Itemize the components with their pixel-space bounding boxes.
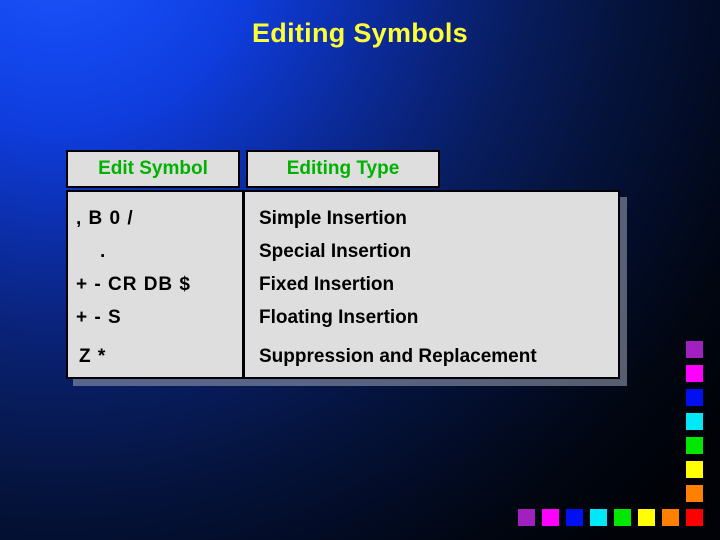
table-row: Z * <box>79 346 107 367</box>
table-body: , B 0 / . + - CR DB $ + - S Z * Simple I… <box>66 190 620 379</box>
table-row: Simple Insertion <box>259 208 407 229</box>
table-row: Special Insertion <box>259 241 412 262</box>
page-title: Editing Symbols <box>251 18 469 48</box>
table-header-editing-type: Editing Type <box>246 150 440 188</box>
table-row: Fixed Insertion <box>259 274 395 295</box>
decorative-swatch <box>638 509 655 526</box>
decorative-swatch <box>662 509 679 526</box>
table-column-editing-type: Simple Insertion Special Insertion Fixed… <box>245 192 622 377</box>
decorative-swatch <box>590 509 607 526</box>
decorative-swatch <box>542 509 559 526</box>
editing-symbols-table: Edit Symbol Editing Type , B 0 / . + - C… <box>66 150 627 386</box>
table-row: . <box>100 241 107 262</box>
decorative-swatch <box>686 485 703 502</box>
decorative-swatch <box>686 509 703 526</box>
decorative-swatch <box>686 413 703 430</box>
decorative-swatch <box>518 509 535 526</box>
decorative-swatch <box>614 509 631 526</box>
decorative-swatch <box>686 437 703 454</box>
decorative-swatch <box>686 341 703 358</box>
decorative-swatch <box>566 509 583 526</box>
table-row: Floating Insertion <box>259 307 419 328</box>
slide-canvas: Editing Symbols Edit Symbol Editing Type… <box>0 0 720 540</box>
decorative-swatch <box>686 389 703 406</box>
table-column-edit-symbol: , B 0 / . + - CR DB $ + - S Z * <box>68 192 242 377</box>
table-row: , B 0 / <box>76 208 134 229</box>
table-row: + - S <box>76 307 122 328</box>
decorative-swatch <box>686 461 703 478</box>
table-header-edit-symbol: Edit Symbol <box>66 150 240 188</box>
decorative-swatch <box>686 365 703 382</box>
table-row: Suppression and Replacement <box>259 346 537 367</box>
table-row: + - CR DB $ <box>76 274 191 295</box>
